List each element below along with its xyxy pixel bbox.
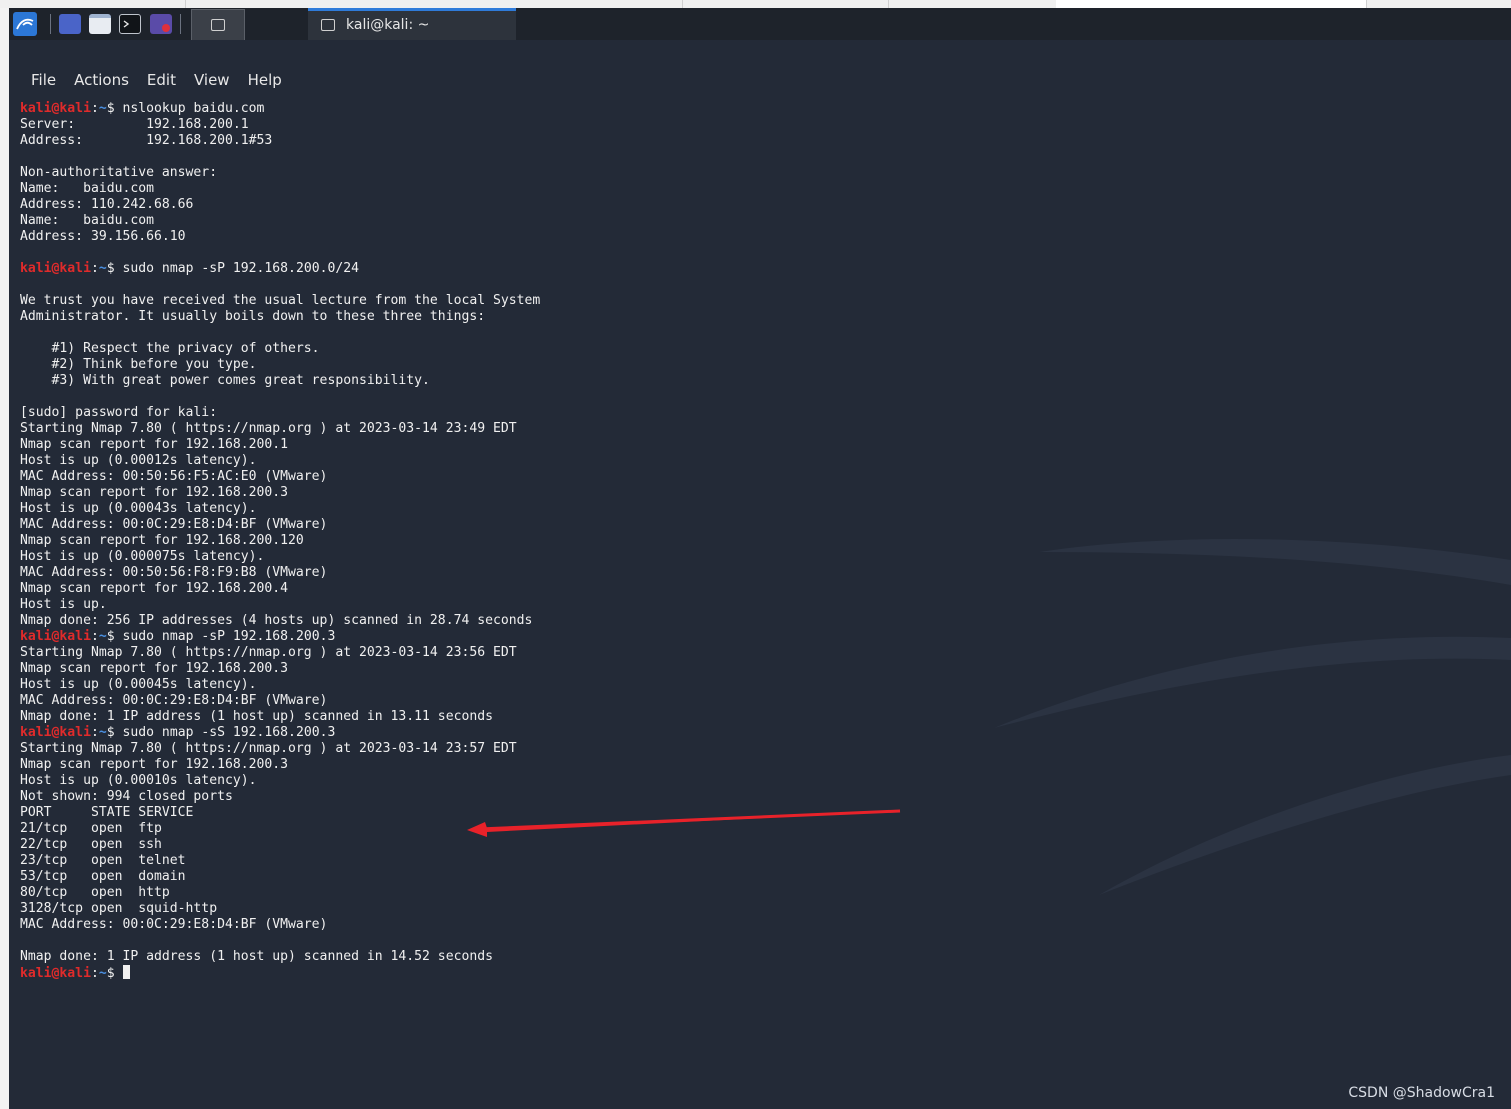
- file-manager-icon[interactable]: [89, 14, 111, 34]
- taskbar: kali@kali: ~: [9, 8, 1511, 41]
- terminal-window-icon: [321, 19, 335, 31]
- taskbar-separator: [50, 14, 51, 34]
- taskbar-separator: [180, 14, 181, 34]
- terminal-window[interactable]: File Actions Edit View Help kali@kali:~$…: [9, 40, 1511, 1109]
- screenshot-recorder-icon[interactable]: [150, 14, 172, 34]
- outer-window-strip: [0, 0, 1511, 8]
- workspace-icon[interactable]: [59, 14, 81, 34]
- csdn-watermark: CSDN @ShadowCra1: [1348, 1085, 1495, 1101]
- kali-menu-icon[interactable]: [13, 12, 37, 36]
- task-title: kali@kali: ~: [346, 17, 430, 33]
- annotation-arrow: [467, 809, 901, 837]
- taskbar-task-terminal[interactable]: kali@kali: ~: [308, 8, 516, 40]
- window-thumbnail-icon: [211, 19, 225, 31]
- workspace-switcher[interactable]: [191, 9, 245, 41]
- terminal-icon[interactable]: [119, 14, 141, 34]
